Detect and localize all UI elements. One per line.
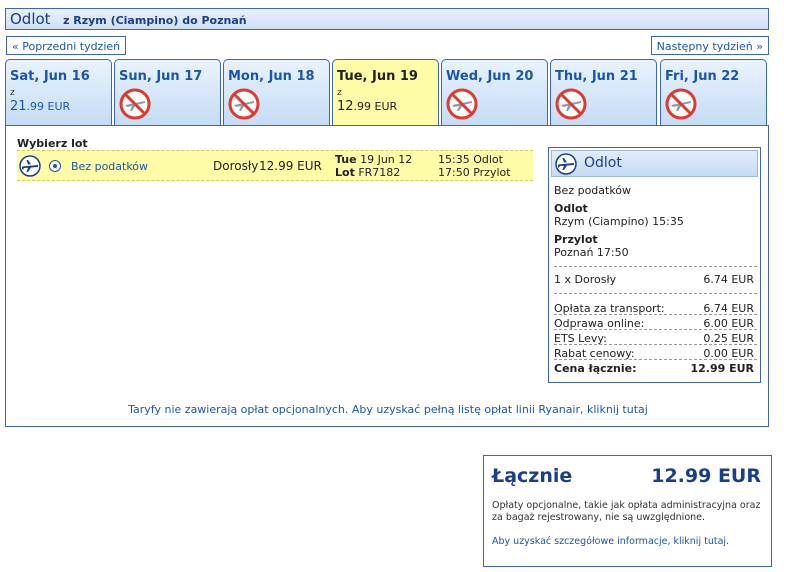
- route-header: Odlot z Rzym (Ciampino) do Poznań: [5, 8, 769, 30]
- grand-total-value: 12.99 EUR: [651, 465, 761, 487]
- summary-arrival-detail: Poznań 17:50: [554, 246, 629, 259]
- tab-date: Tue, Jun 19: [337, 69, 418, 84]
- summary-total-value: 12.99 EUR: [690, 362, 754, 375]
- no-flights-icon: [555, 88, 587, 120]
- flight-summary-box: Odlot Bez podatków Odlot Rzym (Ciampino)…: [548, 147, 761, 383]
- date-tab-thu-jun-21[interactable]: Thu, Jun 21: [550, 59, 657, 126]
- tab-date: Sat, Jun 16: [10, 69, 90, 84]
- arrival-time: 17:50 Przylot: [438, 166, 511, 179]
- direction-title: Odlot: [10, 10, 51, 28]
- airplane-icon: [19, 155, 41, 177]
- summary-passenger-label: 1 x Dorosły: [554, 273, 617, 286]
- date-tab-fri-jun-22[interactable]: Fri, Jun 22: [660, 59, 767, 126]
- divider: [554, 314, 757, 315]
- fare-type-link[interactable]: Bez podatków: [71, 160, 148, 173]
- grand-total-box: Łącznie 12.99 EUR Opłaty opcjonalne, tak…: [483, 455, 772, 567]
- select-flight-heading: Wybierz lot: [17, 137, 88, 150]
- summary-total-label: Cena łącznie:: [554, 362, 637, 375]
- optional-fees-note: Opłaty opcjonalne, takie jak opłata admi…: [492, 500, 761, 523]
- tab-date: Wed, Jun 20: [446, 69, 534, 84]
- summary-header: Odlot: [551, 150, 758, 177]
- airplane-icon: [555, 153, 577, 175]
- tab-date: Mon, Jun 18: [228, 69, 315, 84]
- no-flights-icon: [119, 88, 151, 120]
- flight-radio-button[interactable]: [49, 160, 61, 172]
- divider: [554, 344, 757, 345]
- date-tab-sat-jun-16[interactable]: Sat, Jun 16 z 21.99 EUR: [5, 59, 112, 126]
- summary-departure-detail: Rzym (Ciampino) 15:35: [554, 215, 684, 228]
- divider: [554, 293, 757, 294]
- tab-date: Fri, Jun 22: [665, 69, 740, 84]
- passenger-type: Dorosły: [213, 159, 259, 173]
- tab-price: 21.99 EUR: [10, 99, 71, 114]
- tab-price: 12.99 EUR: [337, 99, 398, 114]
- flight-row[interactable]: Bez podatków Dorosły 12.99 EUR Tue 19 Ju…: [17, 150, 533, 181]
- summary-departure-heading: Odlot: [554, 202, 588, 215]
- departure-time: 15:35 Odlot: [438, 153, 503, 166]
- tab-from-label: z: [337, 88, 342, 98]
- divider: [554, 359, 757, 360]
- summary-fare-type: Bez podatków: [554, 184, 632, 197]
- tab-from-label: z: [10, 88, 15, 98]
- date-tab-wed-jun-20[interactable]: Wed, Jun 20: [441, 59, 548, 126]
- date-tab-tue-jun-19[interactable]: Tue, Jun 19 z 12.99 EUR: [332, 59, 439, 126]
- route-text: z Rzym (Ciampino) do Poznań: [63, 14, 247, 27]
- date-tab-mon-jun-18[interactable]: Mon, Jun 18: [223, 59, 330, 126]
- flight-selection-panel: Wybierz lot Bez podatków Dorosły 12.99 E…: [5, 125, 769, 427]
- divider: [554, 329, 757, 330]
- summary-passenger-value: 6.74 EUR: [703, 273, 754, 286]
- next-week-button[interactable]: Następny tydzień »: [650, 36, 769, 55]
- flight-price: 12.99 EUR: [259, 159, 322, 173]
- no-flights-icon: [446, 88, 478, 120]
- optional-fees-info-link[interactable]: Taryfy nie zawierają opłat opcjonalnych.…: [6, 403, 770, 416]
- no-flights-icon: [228, 88, 260, 120]
- details-link[interactable]: Aby uzyskać szczegółowe informacje, klik…: [492, 536, 747, 548]
- grand-total-label: Łącznie: [492, 465, 573, 487]
- previous-week-button[interactable]: « Poprzedni tydzień: [6, 36, 127, 55]
- date-tab-sun-jun-17[interactable]: Sun, Jun 17: [114, 59, 221, 126]
- flight-number: Lot FR7182: [335, 166, 401, 179]
- tab-date: Thu, Jun 21: [555, 69, 638, 84]
- divider: [554, 266, 757, 267]
- flight-date: Tue 19 Jun 12: [335, 153, 413, 166]
- tab-date: Sun, Jun 17: [119, 69, 203, 84]
- no-flights-icon: [665, 88, 697, 120]
- summary-arrival-heading: Przylot: [554, 233, 598, 246]
- summary-title: Odlot: [584, 155, 622, 171]
